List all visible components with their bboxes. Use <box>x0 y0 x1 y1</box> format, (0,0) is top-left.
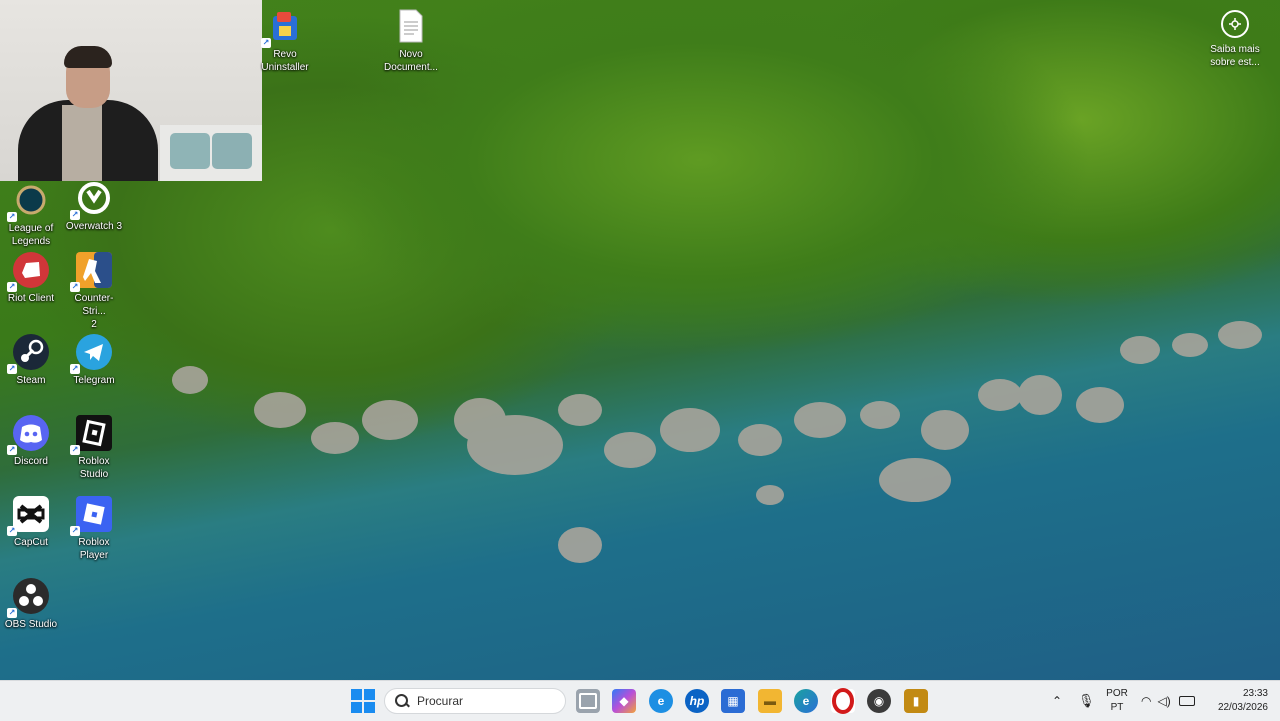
desktop-icon-label: Counter-Stri... 2 <box>74 293 114 330</box>
desktop-icon-steam[interactable]: ↗ Steam <box>0 332 62 387</box>
desktop-icon-label: OBS Studio <box>4 619 58 630</box>
shortcut-arrow-icon: ↗ <box>70 526 80 536</box>
microsoft-store-icon: ▦ <box>727 694 739 708</box>
shortcut-arrow-icon: ↗ <box>7 364 17 374</box>
taskbar-task-view[interactable] <box>576 689 600 713</box>
taskbar-hp[interactable]: hp <box>685 689 709 713</box>
desktop-icon-label: League of Legends <box>8 223 54 247</box>
taskbar-steam[interactable]: ◉ <box>867 689 891 713</box>
shortcut-arrow-icon: ↗ <box>7 212 17 222</box>
desktop-icon-novo-documento[interactable]: Novo Document... <box>380 6 442 74</box>
desktop-icon-obs-studio[interactable]: ↗ OBS Studio <box>0 576 62 631</box>
shortcut-arrow-icon: ↗ <box>70 210 80 220</box>
opera-icon <box>832 688 854 714</box>
desktop-icon-label: Telegram <box>73 375 115 386</box>
volume-icon: ◁) <box>1157 694 1171 708</box>
telegram-icon: ↗ <box>70 332 114 374</box>
taskbar-store[interactable]: ▦ <box>721 689 745 713</box>
shortcut-arrow-icon: ↗ <box>7 282 17 292</box>
desktop-icon-riot-client[interactable]: ↗ Riot Client <box>0 250 62 305</box>
learn-more-label: Saiba mais sobre est... <box>1210 44 1260 68</box>
taskbar-edge[interactable]: e <box>794 689 818 713</box>
shortcut-arrow-icon: ↗ <box>70 445 80 455</box>
desktop-icon-roblox-player[interactable]: ↗ Roblox Player <box>63 494 125 562</box>
desktop-icon-revo-uninstaller[interactable]: ↗ Revo Uninstaller <box>254 6 316 74</box>
taskbar-revo-uninstaller[interactable]: ▮ <box>904 689 928 713</box>
edge-icon: e <box>657 694 665 708</box>
microphone-icon: 🎙 <box>1078 693 1095 708</box>
battery-icon <box>1178 696 1195 706</box>
discord-icon: ↗ <box>7 413 51 455</box>
revo-uninstaller-icon: ↗ <box>261 6 305 48</box>
start-button[interactable] <box>351 689 375 713</box>
language-code: POR <box>1106 688 1128 699</box>
learn-more-widget[interactable]: Saiba mais sobre est... <box>1205 10 1265 69</box>
desktop-icon-label: Riot Client <box>7 293 55 304</box>
file-explorer-icon: ▬ <box>764 694 776 708</box>
shortcut-arrow-icon: ↗ <box>70 364 80 374</box>
network-volume-battery[interactable]: ◠ ◁) <box>1141 681 1195 721</box>
edge-icon: e <box>802 694 810 708</box>
desktop-icon-discord[interactable]: ↗ Discord <box>0 413 62 468</box>
taskbar-edge-dev[interactable]: e <box>649 689 673 713</box>
task-view-icon <box>579 693 597 709</box>
shortcut-arrow-icon: ↗ <box>7 445 17 455</box>
system-clock[interactable]: 23:33 22/03/2026 <box>1208 687 1268 715</box>
show-hidden-icons[interactable]: ⌃ <box>1052 681 1062 721</box>
league-of-legends-icon: ↗ <box>7 180 51 222</box>
shortcut-arrow-icon: ↗ <box>261 38 271 48</box>
roblox-player-icon: ↗ <box>70 494 114 536</box>
spotlight-camera-icon <box>1221 10 1249 38</box>
desktop-icon-league-of-legends[interactable]: ↗ League of Legends <box>0 180 62 248</box>
language-region: PT <box>1110 702 1124 713</box>
desktop-icon-label: Roblox Studio <box>78 456 110 480</box>
steam-icon: ↗ <box>7 332 51 374</box>
shortcut-arrow-icon: ↗ <box>7 608 17 618</box>
windows-logo-icon <box>351 689 362 700</box>
desktop-icon-roblox-studio[interactable]: ↗ Roblox Studio <box>63 413 125 481</box>
overwatch-icon: ↗ <box>70 178 114 220</box>
clock-time: 23:33 <box>1242 688 1268 699</box>
search-icon <box>395 694 409 708</box>
desktop-icon-counter-strike[interactable]: ↗ Counter-Stri... 2 <box>63 250 125 331</box>
webcam-overlay <box>0 0 262 181</box>
wifi-icon: ◠ <box>1141 694 1152 708</box>
steam-icon: ◉ <box>873 694 885 708</box>
input-language[interactable]: POR PT <box>1104 687 1130 715</box>
revo-uninstaller-icon: ▮ <box>912 694 920 708</box>
capcut-icon: ↗ <box>7 494 51 536</box>
desktop-icon-label: Novo Document... <box>384 49 438 73</box>
desktop-icon-label: Steam <box>16 375 46 386</box>
hp-icon: hp <box>689 694 705 708</box>
taskbar-file-explorer[interactable]: ▬ <box>758 689 782 713</box>
chevron-up-icon: ⌃ <box>1052 694 1063 708</box>
taskbar: Procurar ◆ e hp ▦ ▬ e ◉ ▮ ⌃ 🎙 POR PT ◠ ◁… <box>0 680 1280 721</box>
taskbar-search[interactable]: Procurar <box>384 688 566 714</box>
desktop-icon-telegram[interactable]: ↗ Telegram <box>63 332 125 387</box>
microphone-indicator[interactable]: 🎙 <box>1078 681 1095 721</box>
roblox-studio-icon: ↗ <box>70 413 114 455</box>
desktop-icon-label: CapCut <box>14 537 48 548</box>
text-document-icon <box>391 6 431 46</box>
desktop-icon-label: Roblox Player <box>78 537 110 561</box>
desktop-icon-label: Revo Uninstaller <box>261 49 309 73</box>
desktop-icon-overwatch[interactable]: ↗ Overwatch 3 <box>63 178 125 233</box>
clock-date: 22/03/2026 <box>1217 702 1268 713</box>
desktop-icon-label: Discord <box>14 456 48 467</box>
desktop-icon-label: Overwatch 3 <box>65 221 123 232</box>
search-placeholder: Procurar <box>417 694 464 708</box>
copilot-icon: ◆ <box>619 694 629 708</box>
taskbar-opera[interactable] <box>831 688 855 714</box>
counter-strike-icon: ↗ <box>70 250 114 292</box>
shortcut-arrow-icon: ↗ <box>7 526 17 536</box>
riot-client-icon: ↗ <box>7 250 51 292</box>
taskbar-copilot[interactable]: ◆ <box>612 689 636 713</box>
shortcut-arrow-icon: ↗ <box>70 282 80 292</box>
obs-studio-icon: ↗ <box>7 576 51 618</box>
desktop-icon-capcut[interactable]: ↗ CapCut <box>0 494 62 549</box>
